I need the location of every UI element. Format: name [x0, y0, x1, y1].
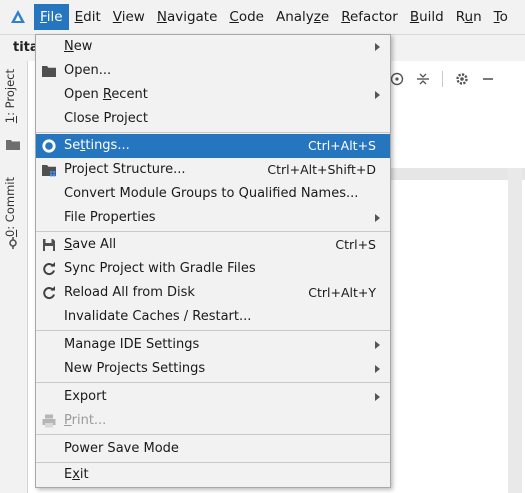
- locate-icon[interactable]: [390, 72, 404, 86]
- submenu-arrow-icon: [375, 365, 380, 373]
- menu-file[interactable]: File: [34, 4, 69, 30]
- menu-item-print[interactable]: Print...: [36, 409, 390, 433]
- vertical-scrollbar[interactable]: [508, 168, 522, 493]
- gear-icon[interactable]: [455, 72, 469, 86]
- toolbar-separator: [442, 71, 443, 87]
- menu-item-new[interactable]: New: [36, 35, 390, 59]
- folder-icon[interactable]: [6, 139, 20, 150]
- project-tool-tab[interactable]: 1: Project: [3, 69, 17, 123]
- menu-item-project-structure[interactable]: Project Structure... Ctrl+Alt+Shift+D: [36, 158, 390, 182]
- menu-item-new-projects-settings[interactable]: New Projects Settings: [36, 357, 390, 381]
- menu-item-invalidate-caches[interactable]: Invalidate Caches / Restart...: [36, 305, 390, 329]
- editor-header-band: [388, 168, 525, 180]
- folder-icon: [42, 66, 56, 77]
- menu-item-open[interactable]: Open...: [36, 59, 390, 83]
- submenu-arrow-icon: [375, 43, 380, 51]
- menu-separator: [36, 330, 390, 331]
- menu-tools[interactable]: To: [488, 4, 514, 30]
- menu-item-open-recent[interactable]: Open Recent: [36, 83, 390, 107]
- menu-item-power-save-mode[interactable]: Power Save Mode: [36, 437, 390, 461]
- menu-item-exit[interactable]: Exit: [36, 463, 390, 487]
- menu-item-convert-module-groups[interactable]: Convert Module Groups to Qualified Names…: [36, 182, 390, 206]
- menu-item-settings[interactable]: Settings... Ctrl+Alt+S: [36, 134, 390, 158]
- menu-build[interactable]: Build: [404, 4, 450, 30]
- menu-item-reload-all[interactable]: Reload All from Disk Ctrl+Alt+Y: [36, 281, 390, 305]
- file-menu-dropdown: New Open... Open Recent Close Project Se…: [35, 34, 391, 488]
- commit-tool-tab[interactable]: 0: Commit: [3, 177, 17, 237]
- menu-separator: [36, 382, 390, 383]
- menu-edit[interactable]: Edit: [69, 4, 107, 30]
- menu-item-sync-gradle[interactable]: Sync Project with Gradle Files: [36, 257, 390, 281]
- menu-separator: [36, 132, 390, 133]
- save-icon: [43, 239, 55, 251]
- submenu-arrow-icon: [375, 393, 380, 401]
- sync-icon: [43, 262, 55, 275]
- submenu-arrow-icon: [375, 214, 380, 222]
- menu-separator: [36, 231, 390, 232]
- menu-item-export[interactable]: Export: [36, 385, 390, 409]
- menu-code[interactable]: Code: [223, 4, 270, 30]
- project-structure-icon: [42, 165, 56, 177]
- submenu-arrow-icon: [375, 91, 380, 99]
- left-tool-strip: 1: Project 0: Commit: [0, 61, 28, 493]
- menu-run[interactable]: Run: [450, 4, 488, 30]
- gear-icon: [42, 139, 56, 153]
- menu-analyze[interactable]: Analyze: [270, 4, 335, 30]
- menu-navigate[interactable]: Navigate: [151, 4, 224, 30]
- menu-item-close-project[interactable]: Close Project: [36, 107, 390, 131]
- menu-item-save-all[interactable]: Save All Ctrl+S: [36, 233, 390, 257]
- menu-refactor[interactable]: Refactor: [335, 4, 404, 30]
- submenu-arrow-icon: [375, 341, 380, 349]
- commit-icon[interactable]: [7, 237, 19, 249]
- menu-view[interactable]: View: [107, 4, 151, 30]
- menu-bar: File Edit View Navigate Code Analyze Ref…: [0, 0, 525, 34]
- menu-separator: [36, 434, 390, 435]
- project-view-toolbar: [390, 66, 495, 92]
- menu-item-file-properties[interactable]: File Properties: [36, 206, 390, 230]
- printer-icon: [42, 414, 56, 428]
- android-studio-logo-icon: [11, 10, 25, 23]
- hide-icon[interactable]: [481, 72, 495, 86]
- reload-icon: [43, 286, 55, 299]
- menu-item-manage-ide-settings[interactable]: Manage IDE Settings: [36, 333, 390, 357]
- collapse-all-icon[interactable]: [416, 72, 430, 86]
